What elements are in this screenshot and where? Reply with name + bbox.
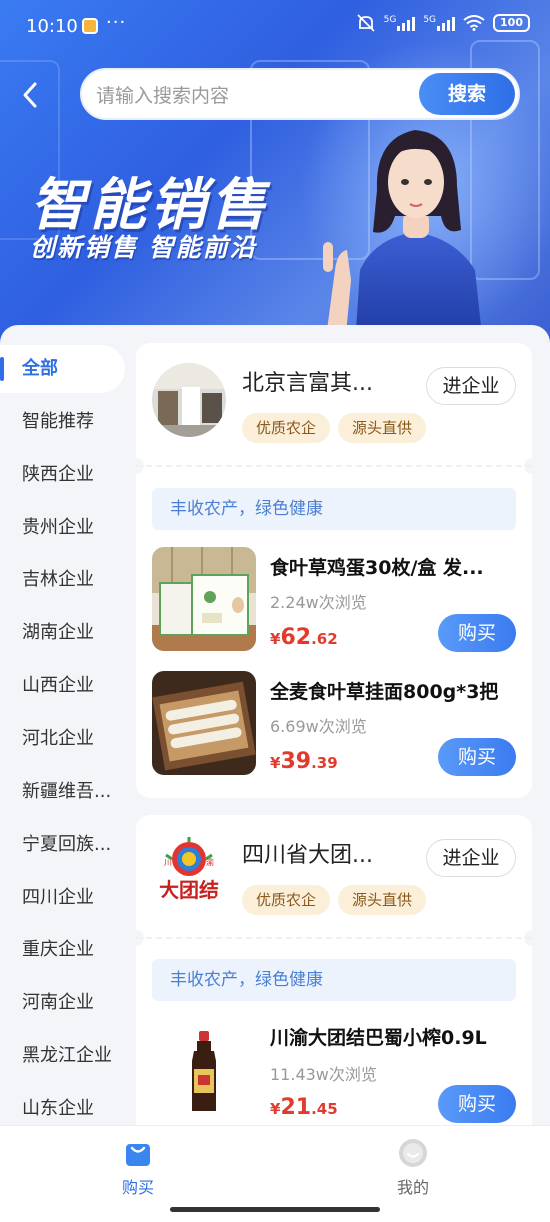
buy-button[interactable]: 购买 [438,738,516,776]
product-image[interactable] [152,1017,256,1121]
slogan-banner: 丰收农产，绿色健康 [152,959,516,1001]
sidebar-item-all[interactable]: 全部 [0,345,125,393]
status-icons: 5G 5G 100 [356,14,530,32]
oil-bottle-image [152,1017,256,1121]
sidebar-item-guizhou[interactable]: 贵州企业 [0,504,125,552]
search-button[interactable]: 搜索 [419,73,515,115]
product-views: 6.69w次浏览 [270,717,367,736]
enterprise-name[interactable]: 北京言富其... [242,365,373,397]
sidebar-item-jilin[interactable]: 吉林企业 [0,556,125,604]
price-currency: ¥ [270,754,281,772]
tag-badge: 源头直供 [338,885,427,915]
enter-enterprise-button[interactable]: 进企业 [426,367,516,405]
signal-1-label: 5G [383,15,397,25]
sidebar-item-chongqing[interactable]: 重庆企业 [0,926,125,974]
card-divider [136,465,532,467]
price-decimal: .45 [311,1100,338,1118]
sidebar-item-ningxia[interactable]: 宁夏回族... [0,821,125,869]
product-name[interactable]: 川渝大团结巴蜀小榨0.9L [270,1023,516,1050]
sidebar-item-shaanxi[interactable]: 陕西企业 [0,451,125,499]
notification-app-icon [82,18,98,34]
slogan-banner: 丰收农产，绿色健康 [152,488,516,530]
nav-tab-buy-label: 购买 [121,1178,154,1197]
sidebar-item-sichuan[interactable]: 四川企业 [0,874,125,922]
sidebar-item-hunan[interactable]: 湖南企业 [0,609,125,657]
enterprise-card: 北京言富其... 进企业 优质农企 源头直供 丰收农产，绿色健康 食叶草鸡蛋30… [128,343,540,798]
nav-tab-profile-label: 我的 [396,1178,429,1197]
product-image[interactable] [152,671,256,775]
buy-button[interactable]: 购买 [438,614,516,652]
enterprise-logo [152,363,226,437]
home-indicator [170,1207,380,1212]
sidebar-item-recommended[interactable]: 智能推荐 [0,398,125,446]
logo-small-right: 渝 [206,857,214,867]
price-decimal: .39 [311,754,338,772]
search-input[interactable] [96,82,416,110]
enterprise-card: 川 渝 大团结 四川省大团... 进企业 优质农企 源头直供 丰收农产，绿色健康… [128,815,540,1125]
enterprise-name[interactable]: 四川省大团... [242,837,373,869]
enter-enterprise-button[interactable]: 进企业 [426,839,516,877]
sidebar-item-xinjiang[interactable]: 新疆维吾... [0,768,125,816]
profile-icon [399,1139,427,1167]
nav-tab-buy[interactable]: 购买 [78,1138,198,1198]
tag-badge: 源头直供 [338,413,427,443]
product-views: 2.24w次浏览 [270,593,367,612]
sidebar-item-shanxi[interactable]: 山西企业 [0,662,125,710]
product-image[interactable] [152,547,256,651]
more-notifications-icon: ··· [106,12,127,33]
wifi-icon [463,15,485,31]
tag-badge: 优质农企 [242,413,331,443]
product-price: ¥39.39 [270,749,338,774]
noodles-box-image [152,671,256,775]
product-name[interactable]: 全麦食叶草挂面800g*3把 [270,677,516,704]
product-price: ¥21.45 [270,1095,338,1120]
signal-2-label: 5G [423,15,437,25]
signal-bars-icon [437,15,456,31]
tag-badge: 优质农企 [242,885,331,915]
back-button[interactable] [14,76,46,112]
banner-subtitle: 创新销售 智能前沿 [30,233,257,262]
search-bar: 搜索 [80,68,520,120]
status-bar: 10:10 ··· 5G 5G 100 [0,0,550,54]
signal-bars-icon [397,15,416,31]
product-name[interactable]: 食叶草鸡蛋30枚/盒 发... [270,553,516,580]
sidebar-item-hebei[interactable]: 河北企业 [0,715,125,763]
price-integer: 21 [280,1095,312,1120]
storefront-photo [152,363,226,437]
enterprise-logo: 川 渝 大团结 [152,835,226,909]
chevron-left-icon [23,82,37,108]
datuanjie-logo: 川 渝 大团结 [159,837,219,902]
banner-avatar-figure [323,130,483,345]
nav-tab-profile[interactable]: 我的 [353,1138,473,1198]
signal-2: 5G [423,15,456,31]
shopping-bag-icon [126,1144,150,1166]
sidebar-item-henan[interactable]: 河南企业 [0,979,125,1027]
price-decimal: .62 [311,630,338,648]
sidebar-item-shandong[interactable]: 山东企业 [0,1085,125,1125]
card-divider [136,937,532,939]
price-currency: ¥ [270,1100,281,1118]
product-views: 11.43w次浏览 [270,1065,377,1084]
status-time: 10:10 [26,16,78,37]
price-integer: 39 [280,749,312,774]
main-content: 全部 智能推荐 陕西企业 贵州企业 吉林企业 湖南企业 山西企业 河北企业 新疆… [0,325,550,1125]
logo-text: 大团结 [159,878,219,902]
sidebar-item-heilongjiang[interactable]: 黑龙江企业 [0,1032,125,1080]
egg-box-image [152,547,256,651]
price-integer: 62 [280,625,312,650]
product-price: ¥62.62 [270,625,338,650]
mute-icon [356,14,375,32]
signal-1: 5G [384,15,416,31]
logo-small-left: 川 [164,858,172,867]
price-currency: ¥ [270,630,281,648]
buy-button[interactable]: 购买 [438,1085,516,1123]
category-sidebar: 全部 智能推荐 陕西企业 贵州企业 吉林企业 湖南企业 山西企业 河北企业 新疆… [0,325,130,1125]
battery-indicator: 100 [493,14,530,32]
